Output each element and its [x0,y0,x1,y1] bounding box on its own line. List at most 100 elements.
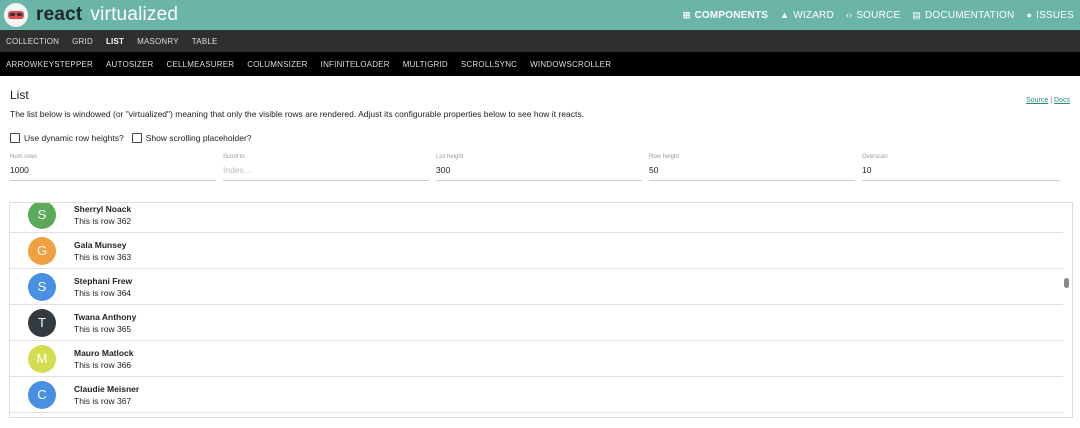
list-row: M Mauro Matlock This is row 366 [10,341,1063,377]
link-separator: | [1050,97,1053,104]
nav-item-collection[interactable]: COLLECTION [6,37,59,46]
nav-item-arrowkeystepper[interactable]: ARROWKEYSTEPPER [6,60,93,69]
list-height-label: List height [436,154,464,160]
list-row: S Stephani Frew This is row 364 [10,269,1063,305]
nav-item-table[interactable]: TABLE [192,37,218,46]
nav-item-multigrid[interactable]: MULTIGRID [403,60,448,69]
scroll-to-label: Scroll to [223,154,245,160]
issue-icon: ● [1026,10,1033,20]
overscan-input[interactable]: 10 [862,165,1060,181]
list-height-field: List height 300 [436,154,642,181]
dynamic-row-heights-option[interactable]: Use dynamic row heights? [10,133,124,143]
top-nav-wizard[interactable]: ▲ WIZARD [780,10,834,21]
brand-react: react [36,4,83,25]
nav-item-grid[interactable]: GRID [72,37,93,46]
list-row: T Twana Anthony This is row 365 [10,305,1063,341]
top-nav-documentation[interactable]: ▤ DOCUMENTATION [912,10,1014,21]
scroll-to-field: Scroll to Index... [223,154,429,181]
row-description: This is row 363 [74,251,132,262]
row-height-input[interactable]: 50 [649,165,855,181]
subcomponent-nav: ARROWKEYSTEPPER AUTOSIZER CELLMEASURER COLU… [0,52,1080,76]
avatar: M [28,344,56,373]
grid-icon: ⊞ [682,9,691,20]
avatar [28,416,56,417]
overscan-field: Overscan 10 [862,154,1060,181]
book-icon: ▤ [912,9,922,20]
brand[interactable]: react virtualized [4,3,178,27]
list-row: C Claudie Meisner This is row 367 [10,377,1063,413]
source-docs-links: Source | Docs [1026,97,1070,104]
nav-item-cellmeasurer[interactable]: CELLMEASURER [166,60,234,69]
dynamic-row-heights-checkbox[interactable] [10,133,20,143]
avatar: S [28,272,56,301]
row-text-block: Mauro Matlock This is row 366 [74,348,134,370]
main-content: List Source | Docs The list below is win… [0,88,1080,181]
nav-item-scrollsync[interactable]: SCROLLSYNC [461,60,517,69]
brand-virtualized: virtualized [90,4,179,25]
wizard-icon: ▲ [780,10,790,20]
top-nav-issues[interactable]: ● ISSUES [1026,10,1074,21]
nav-item-autosizer[interactable]: AUTOSIZER [106,60,153,69]
top-nav-label: DOCUMENTATION [925,9,1015,21]
row-name: Mauro Matlock [74,347,134,358]
top-nav-label: WIZARD [793,9,834,21]
row-name: Twana Anthony [74,311,137,322]
scrolling-placeholder-option[interactable]: Show scrolling placeholder? [131,133,252,143]
row-height-field: Row height 50 [649,154,855,181]
code-icon: ‹› [845,10,853,20]
top-nav-source[interactable]: ‹› SOURCE [846,10,900,21]
logo-icon [4,3,28,27]
scroll-to-input[interactable]: Index... [223,165,429,181]
top-nav: ⊞ COMPONENTS ▲ WIZARD ‹› SOURCE ▤ DOCUMENTATION… [671,10,1074,21]
list-row: S Sherryl Noack This is row 362 [10,203,1063,233]
nav-item-columnsizer[interactable]: COLUMNSIZER [247,60,307,69]
row-name: Gala Munsey [74,239,127,250]
app-header: react virtualized ⊞ COMPONENTS ▲ WIZARD ‹› SOU… [0,0,1080,30]
row-text-block: Sherryl Noack This is row 362 [74,204,131,226]
docs-link[interactable]: Docs [1054,97,1070,104]
row-description: This is row 367 [74,395,132,406]
row-description: This is row 362 [74,215,132,226]
nav-item-list[interactable]: LIST [106,37,124,46]
page-description: The list below is windowed (or "virtuali… [10,109,584,119]
list-row [10,413,1063,417]
nav-item-infiniteloader[interactable]: INFINITELOADER [321,60,390,69]
num-rows-input[interactable]: 1000 [10,165,216,181]
avatar: G [28,236,56,265]
top-nav-label: COMPONENTS [694,9,769,21]
nav-item-masonry[interactable]: MASONRY [137,37,179,46]
list-height-input[interactable]: 300 [436,165,642,181]
row-name: Sherryl Noack [74,203,132,214]
scrolling-placeholder-label: Show scrolling placeholder? [145,133,252,143]
row-description: This is row 366 [74,359,132,370]
row-description: This is row 365 [74,323,132,334]
options-checkboxes: Use dynamic row heights? Show scrolling … [10,133,1070,143]
row-text-block: Twana Anthony This is row 365 [74,312,136,334]
row-text-block: Gala Munsey This is row 363 [74,240,131,262]
row-text-block: Stephani Frew This is row 364 [74,276,132,298]
top-nav-label: ISSUES [1036,9,1074,21]
source-link[interactable]: Source [1026,97,1048,104]
dynamic-row-heights-label: Use dynamic row heights? [24,133,124,143]
overscan-label: Overscan [862,154,888,160]
nav-item-windowscroller[interactable]: WINDOWSCROLLER [530,60,611,69]
config-fields: Num rows 1000 Scroll to Index... List he… [10,154,1070,181]
avatar: C [28,380,56,409]
list-row: G Gala Munsey This is row 363 [10,233,1063,269]
component-nav: COLLECTION GRID LIST MASONRY TABLE [0,30,1080,52]
row-name: Claudie Meisner [74,383,140,394]
row-name: Stephani Frew [74,275,133,286]
page-title: List [10,88,29,102]
avatar: S [28,203,56,229]
top-nav-components[interactable]: ⊞ COMPONENTS [683,10,768,21]
row-text-block: Claudie Meisner This is row 367 [74,384,139,406]
list-scrollbar-thumb[interactable] [1064,278,1069,288]
top-nav-label: SOURCE [856,9,901,21]
avatar: T [28,308,56,337]
virtualized-list[interactable]: S Sherryl Noack This is row 362 G Gala Munse… [9,202,1073,418]
brand-title: react virtualized [36,4,178,26]
scrolling-placeholder-checkbox[interactable] [131,133,142,143]
num-rows-field: Num rows 1000 [10,154,216,181]
row-height-label: Row height [649,154,680,160]
row-description: This is row 364 [74,287,132,298]
